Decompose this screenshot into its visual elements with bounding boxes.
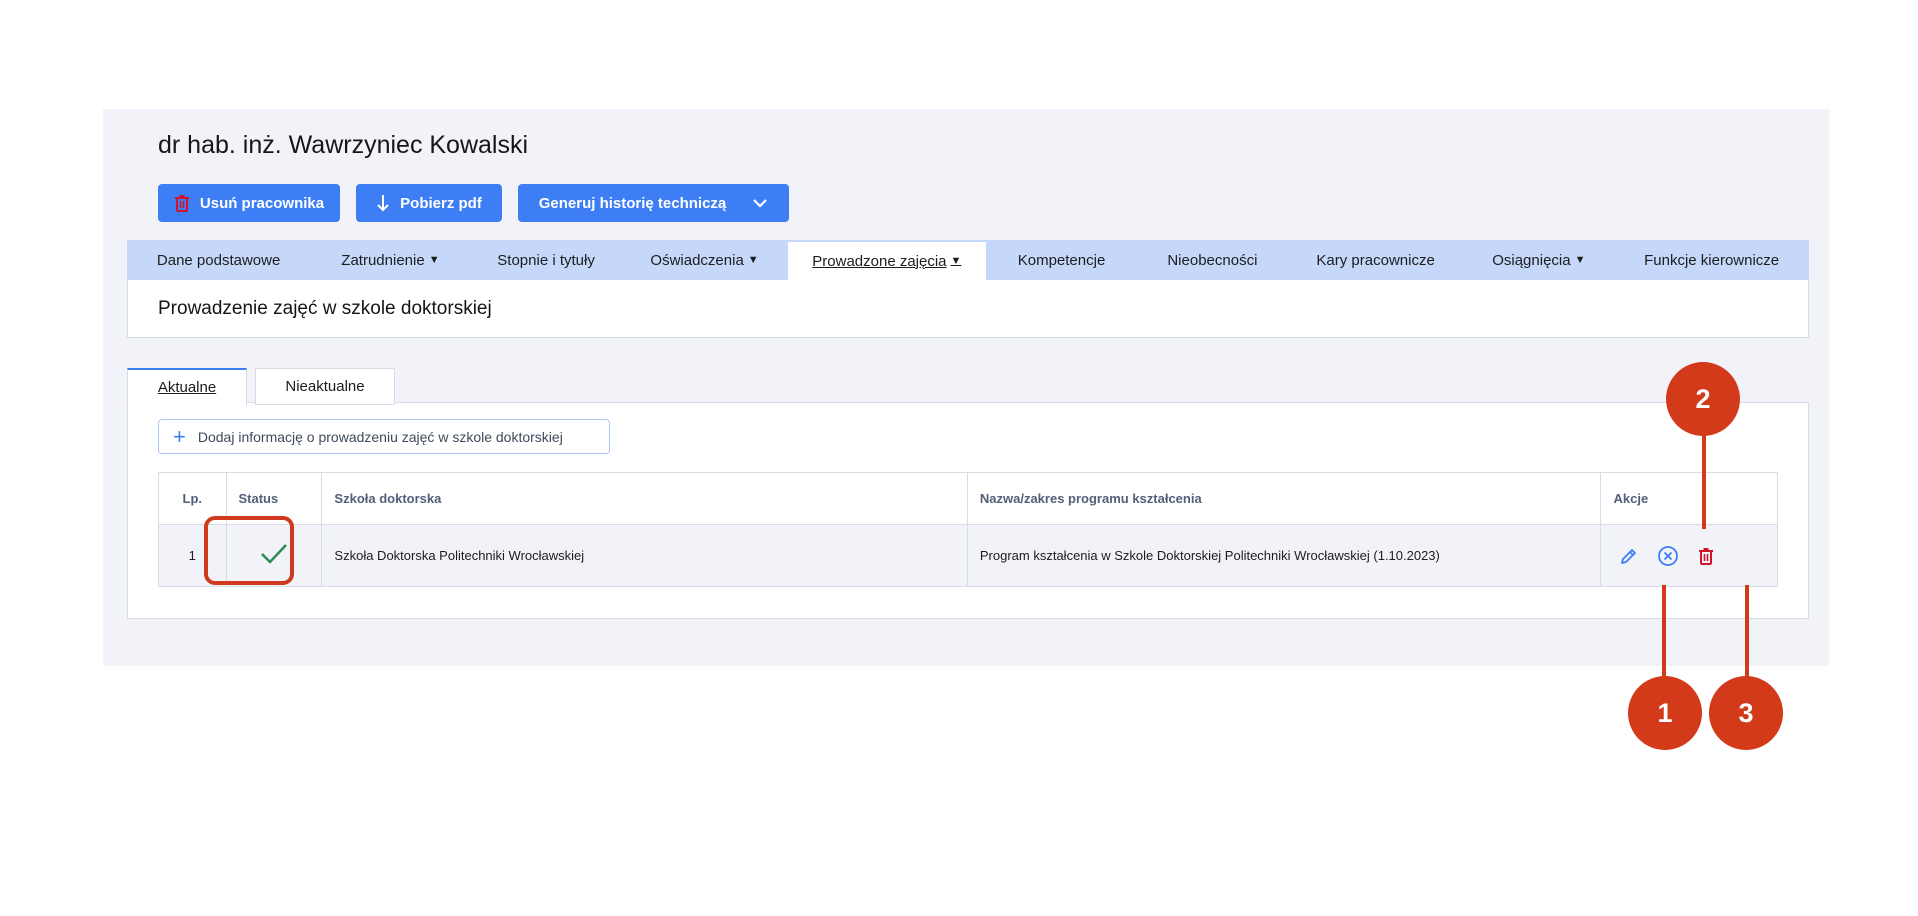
chevron-down-icon: ▼ xyxy=(1574,254,1586,266)
nav-item-zatrudnienie[interactable]: Zatrudnienie ▼ xyxy=(310,240,470,280)
tab-nieaktualne[interactable]: Nieaktualne xyxy=(255,368,395,405)
nav-item-stopnie[interactable]: Stopnie i tytuły xyxy=(471,240,622,280)
nav-item-funkcje[interactable]: Funkcje kierownicze xyxy=(1614,240,1809,280)
chevron-down-icon: ▼ xyxy=(428,254,440,266)
delete-employee-label: Usuń pracownika xyxy=(199,194,325,212)
delete-trash-icon[interactable] xyxy=(1697,546,1715,566)
nav-item-nieobecnosci[interactable]: Nieobecności xyxy=(1137,240,1288,280)
tab-aktualne[interactable]: Aktualne xyxy=(127,368,247,406)
nav-item-prowadzone-zajecia[interactable]: Prowadzone zajęcia ▼ xyxy=(787,242,987,280)
pencil-icon[interactable] xyxy=(1619,546,1639,566)
nav-label: Nieobecności xyxy=(1167,251,1258,269)
nav-label: Prowadzone zajęcia xyxy=(812,252,947,270)
section-title: Prowadzenie zajęć w szkole doktorskiej xyxy=(158,297,492,319)
row-actions-group xyxy=(1613,545,1765,567)
nav-label: Funkcje kierownicze xyxy=(1644,251,1780,269)
page-title: dr hab. inż. Wawrzyniec Kowalski xyxy=(158,131,529,159)
delete-employee-button[interactable]: Usuń pracownika xyxy=(158,184,340,222)
chevron-down-icon: ▼ xyxy=(747,254,759,266)
header-program: Nazwa/zakres programu kształcenia xyxy=(966,472,1602,525)
classes-table: Lp. Status Szkoła doktorska Nazwa/zakres… xyxy=(158,472,1778,587)
callout-1-connector xyxy=(1662,585,1666,677)
section-header: Prowadzenie zajęć w szkole doktorskiej xyxy=(127,280,1809,338)
table-row: 1 Szkoła Doktorska Politechniki Wrocławs… xyxy=(158,524,1778,587)
generate-history-label: Generuj historię techniczą xyxy=(538,194,727,212)
generate-history-button[interactable]: Generuj historię techniczą xyxy=(518,184,789,222)
status-highlight-box xyxy=(204,516,294,585)
nav-label: Zatrudnienie xyxy=(341,251,425,269)
nav-label: Dane podstawowe xyxy=(156,251,281,269)
cancel-circle-icon[interactable] xyxy=(1657,545,1679,567)
callout-3-marker: 3 xyxy=(1709,676,1783,750)
nav-label: Kary pracownicze xyxy=(1316,251,1435,269)
nav-item-oswiadczenia[interactable]: Oświadczenia ▼ xyxy=(622,240,788,280)
chevron-down-icon[interactable] xyxy=(752,198,768,208)
nav-item-dane-podstawowe[interactable]: Dane podstawowe xyxy=(127,240,310,280)
download-pdf-button[interactable]: Pobierz pdf xyxy=(356,184,502,222)
header-actions: Akcje xyxy=(1600,472,1778,525)
nav-item-osiagniecia[interactable]: Osiągnięcia ▼ xyxy=(1463,240,1614,280)
callout-2-marker: 2 xyxy=(1666,362,1740,436)
callout-1-marker: 1 xyxy=(1628,676,1702,750)
trash-icon xyxy=(174,194,190,212)
nav-label: Oświadczenia xyxy=(650,251,744,269)
nav-label: Stopnie i tytuły xyxy=(497,251,595,269)
download-arrow-icon xyxy=(376,194,390,212)
nav-item-kary[interactable]: Kary pracownicze xyxy=(1288,240,1464,280)
table-header-row: Lp. Status Szkoła doktorska Nazwa/zakres… xyxy=(158,472,1778,525)
row-actions xyxy=(1600,524,1778,587)
row-school: Szkoła Doktorska Politechniki Wrocławski… xyxy=(321,524,968,587)
nav-label: Osiągnięcia xyxy=(1492,251,1571,269)
section-nav: Dane podstawowe Zatrudnienie ▼ Stopnie i … xyxy=(127,240,1809,280)
add-info-button[interactable]: + Dodaj informację o prowadzeniu zajęć w… xyxy=(158,419,610,454)
header-school: Szkoła doktorska xyxy=(321,472,968,525)
plus-icon: + xyxy=(173,423,186,449)
callout-2-connector xyxy=(1702,434,1706,529)
row-program: Program kształcenia w Szkole Doktorskiej… xyxy=(966,524,1602,587)
chevron-down-icon: ▼ xyxy=(950,255,962,267)
nav-item-kompetencje[interactable]: Kompetencje xyxy=(986,240,1137,280)
add-info-label: Dodaj informację o prowadzeniu zajęć w s… xyxy=(197,428,563,445)
nav-label: Kompetencje xyxy=(1017,251,1106,269)
download-pdf-label: Pobierz pdf xyxy=(400,194,482,212)
callout-3-connector xyxy=(1745,585,1749,677)
